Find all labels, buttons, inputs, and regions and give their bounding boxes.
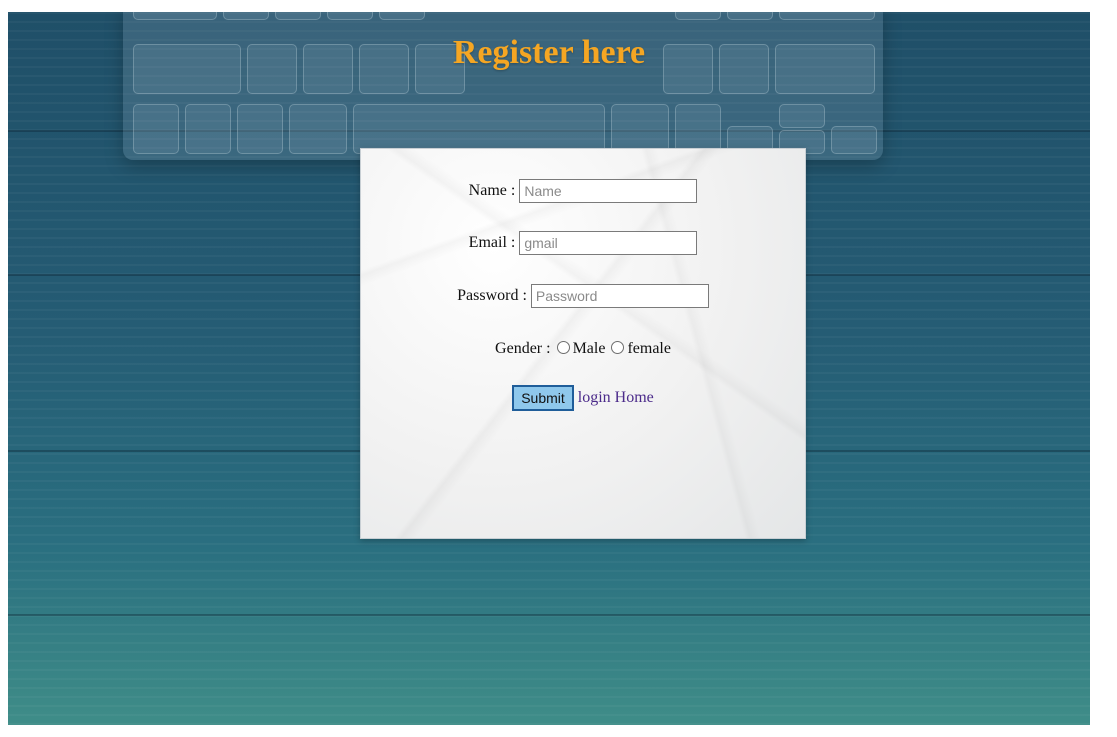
password-row: Password : xyxy=(361,284,805,308)
password-label: Password : xyxy=(457,287,527,304)
name-input[interactable] xyxy=(519,179,698,203)
name-label: Name : xyxy=(468,182,516,199)
wood-plank-seam xyxy=(8,614,1090,616)
page-title: Register here xyxy=(452,34,646,71)
gender-row: Gender : Male female xyxy=(361,340,805,358)
email-label: Email : xyxy=(468,234,516,251)
gender-label: Gender : xyxy=(495,340,551,357)
female-option-label[interactable]: female xyxy=(627,340,671,357)
home-link[interactable]: Home xyxy=(615,389,654,406)
email-input[interactable] xyxy=(519,231,698,255)
login-link[interactable]: login xyxy=(578,389,611,406)
male-radio[interactable] xyxy=(556,341,570,354)
name-row: Name : xyxy=(361,179,805,203)
register-form-card: Name : Email : Password : Gender : Male … xyxy=(360,148,806,539)
submit-button[interactable]: Submit xyxy=(512,385,574,411)
male-option-label[interactable]: Male xyxy=(573,340,606,357)
password-input[interactable] xyxy=(530,284,709,308)
actions-row: Submit login Home xyxy=(361,385,805,411)
page-background: Register here Name : Email : Password : … xyxy=(8,12,1090,725)
email-row: Email : xyxy=(361,231,805,255)
female-radio[interactable] xyxy=(611,341,625,354)
